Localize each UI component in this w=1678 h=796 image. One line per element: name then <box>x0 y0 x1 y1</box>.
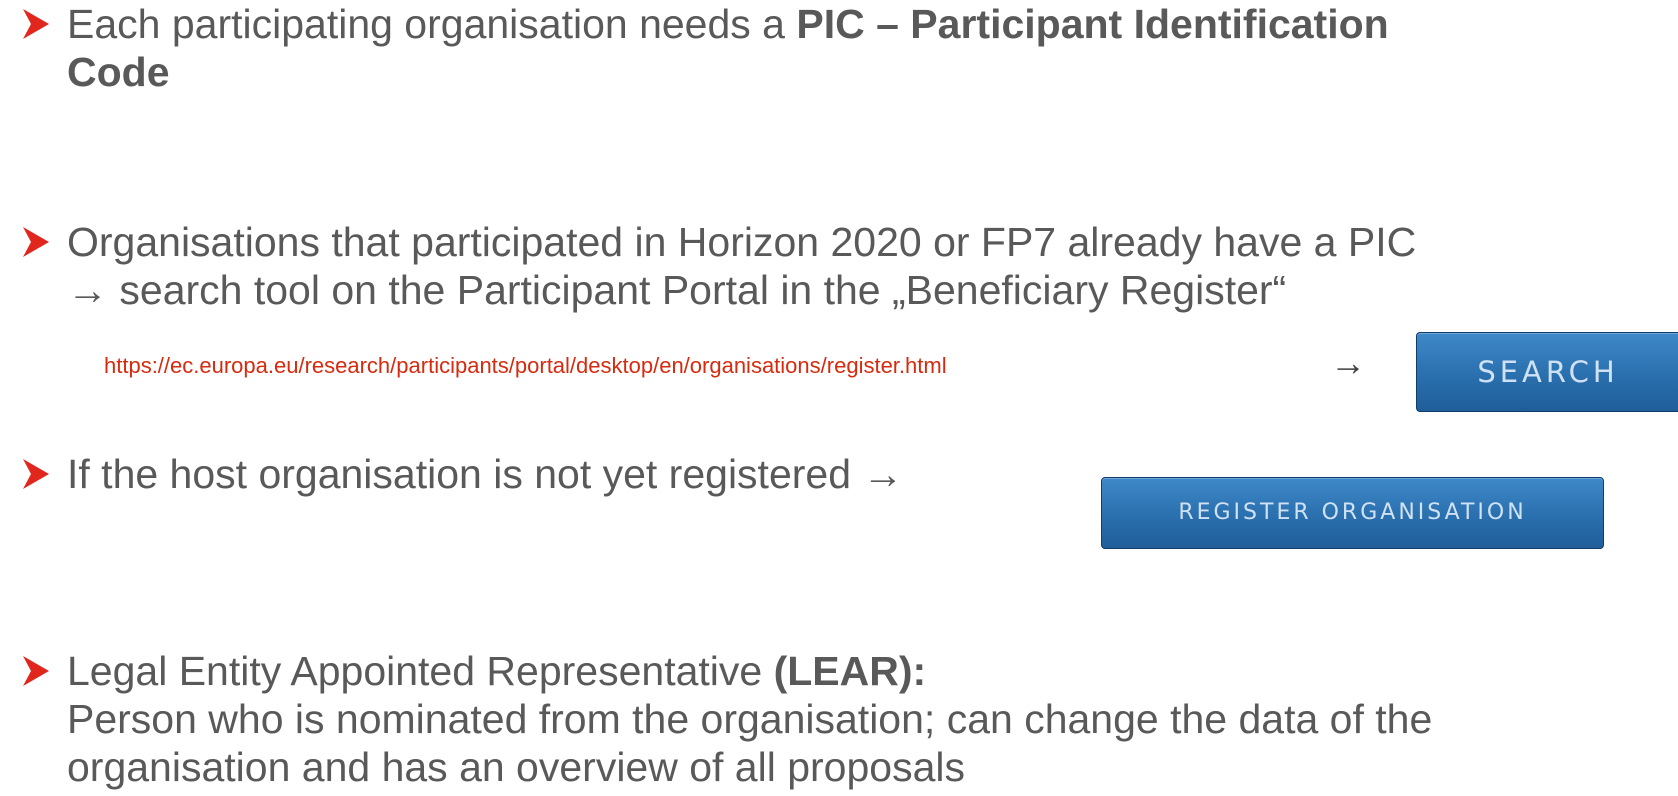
bullet-existing-pic-line2: → search tool on the Participant Portal … <box>67 267 1287 313</box>
search-button[interactable]: SEARCH <box>1416 332 1678 412</box>
beneficiary-register-link[interactable]: https://ec.europa.eu/research/participan… <box>104 352 947 380</box>
arrow-bullet-icon <box>23 656 49 686</box>
right-arrow-icon: → <box>1330 342 1366 383</box>
bullet-pic-plain: Each participating organisation needs a <box>67 1 797 47</box>
bullet-pic-bold: PIC – Participant Identification <box>796 1 1389 47</box>
bullet-lear-line1: Legal Entity Appointed Representative (L… <box>67 647 1432 695</box>
bullet-pic-line1: Each participating organisation needs a … <box>67 0 1389 48</box>
bullet-existing-pic-line1: Organisations that participated in Horiz… <box>67 219 1417 265</box>
bullet-pic-line2: Code <box>67 48 1389 96</box>
bullet-lear-bold: (LEAR): <box>773 648 927 694</box>
bullet-pic-text: Each participating organisation needs a … <box>67 0 1389 96</box>
bullet-register-line1: If the host organisation is not yet regi… <box>67 451 904 497</box>
bullet-lear-line3: organisation and has an overview of all … <box>67 744 965 790</box>
arrow-bullet-icon <box>23 9 49 39</box>
arrow-bullet-icon <box>23 459 49 489</box>
bullet-lear-line2: Person who is nominated from the organis… <box>67 696 1433 742</box>
register-organisation-button[interactable]: REGISTER ORGANISATION <box>1101 477 1604 549</box>
bullet-lear-text: Legal Entity Appointed Representative (L… <box>67 647 1432 791</box>
bullet-existing-pic-text: Organisations that participated in Horiz… <box>67 218 1416 314</box>
bullet-lear-plain: Legal Entity Appointed Representative <box>67 648 774 694</box>
slide: Each participating organisation needs a … <box>0 0 1678 796</box>
bullet-register-text: If the host organisation is not yet regi… <box>67 450 903 498</box>
bullet-pic-bold-2: Code <box>67 49 170 95</box>
arrow-bullet-icon <box>23 227 49 257</box>
